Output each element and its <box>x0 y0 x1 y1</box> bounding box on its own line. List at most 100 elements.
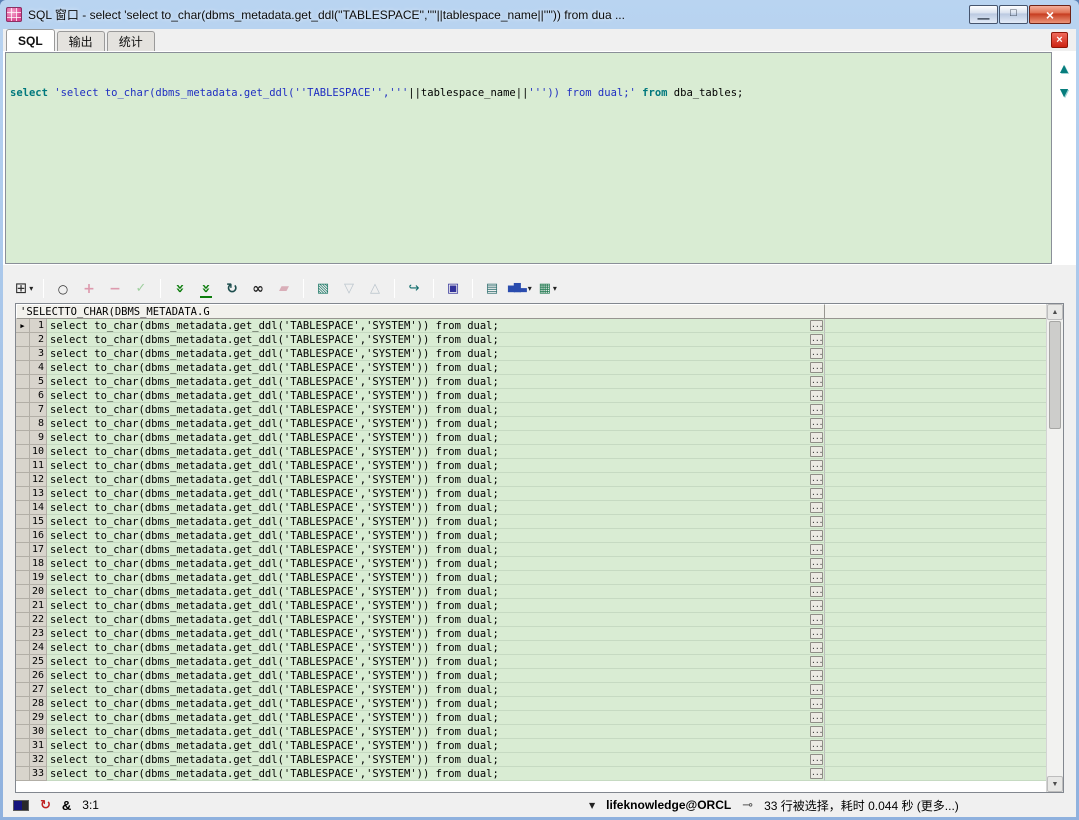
result-cell[interactable]: select to_char(dbms_metadata.get_ddl('TA… <box>47 445 809 459</box>
table-row[interactable]: 22select to_char(dbms_metadata.get_ddl('… <box>16 613 1063 627</box>
table-row[interactable]: 16select to_char(dbms_metadata.get_ddl('… <box>16 529 1063 543</box>
result-cell[interactable]: select to_char(dbms_metadata.get_ddl('TA… <box>47 361 809 375</box>
result-cell[interactable]: select to_char(dbms_metadata.get_ddl('TA… <box>47 599 809 613</box>
fetch-last-page-button[interactable]: » <box>194 277 218 300</box>
table-row[interactable]: 17select to_char(dbms_metadata.get_ddl('… <box>16 543 1063 557</box>
row-number-cell[interactable]: 7 <box>30 403 47 417</box>
dropdown-arrow-icon[interactable]: ▾ <box>528 284 532 293</box>
row-number-cell[interactable]: 17 <box>30 543 47 557</box>
cell-expand-button[interactable]: ... <box>810 614 823 625</box>
table-row[interactable]: 28select to_char(dbms_metadata.get_ddl('… <box>16 697 1063 711</box>
cell-expand-button[interactable]: ... <box>810 376 823 387</box>
row-number-cell[interactable]: 26 <box>30 669 47 683</box>
row-number-cell[interactable]: 2 <box>30 333 47 347</box>
chart-button[interactable]: ▅▇▃▾ <box>506 277 534 300</box>
row-number-cell[interactable]: 14 <box>30 501 47 515</box>
scrollbar-thumb[interactable] <box>1049 321 1061 429</box>
result-cell[interactable]: select to_char(dbms_metadata.get_ddl('TA… <box>47 333 809 347</box>
cell-expand-button[interactable]: ... <box>810 712 823 723</box>
connection-label[interactable]: lifeknowledge@ORCL <box>606 798 731 812</box>
row-number-cell[interactable]: 31 <box>30 739 47 753</box>
result-cell[interactable]: select to_char(dbms_metadata.get_ddl('TA… <box>47 655 809 669</box>
result-cell[interactable]: select to_char(dbms_metadata.get_ddl('TA… <box>47 501 809 515</box>
table-row[interactable]: 14select to_char(dbms_metadata.get_ddl('… <box>16 501 1063 515</box>
table-row[interactable]: ▶1select to_char(dbms_metadata.get_ddl('… <box>16 319 1063 333</box>
result-cell[interactable]: select to_char(dbms_metadata.get_ddl('TA… <box>47 459 809 473</box>
row-number-cell[interactable]: 1 <box>30 319 47 333</box>
cell-expand-button[interactable]: ... <box>810 698 823 709</box>
row-number-cell[interactable]: 4 <box>30 361 47 375</box>
next-statement-arrow-icon[interactable]: ▼ <box>1057 85 1071 99</box>
tab-statistics[interactable]: 统计 <box>107 31 155 51</box>
table-row[interactable]: 7select to_char(dbms_metadata.get_ddl('T… <box>16 403 1063 417</box>
cell-expand-button[interactable]: ... <box>810 460 823 471</box>
row-number-cell[interactable]: 13 <box>30 487 47 501</box>
close-tab-button[interactable]: × <box>1051 32 1068 48</box>
table-row[interactable]: 19select to_char(dbms_metadata.get_ddl('… <box>16 571 1063 585</box>
result-cell[interactable]: select to_char(dbms_metadata.get_ddl('TA… <box>47 389 809 403</box>
table-row[interactable]: 5select to_char(dbms_metadata.get_ddl('T… <box>16 375 1063 389</box>
sql-editor[interactable]: select 'select to_char(dbms_metadata.get… <box>5 52 1052 264</box>
result-cell[interactable]: select to_char(dbms_metadata.get_ddl('TA… <box>47 739 809 753</box>
row-number-cell[interactable]: 15 <box>30 515 47 529</box>
row-number-cell[interactable]: 33 <box>30 767 47 781</box>
tab-output[interactable]: 输出 <box>57 31 105 51</box>
row-number-cell[interactable]: 12 <box>30 473 47 487</box>
cell-expand-button[interactable]: ... <box>810 418 823 429</box>
refresh-button[interactable]: ↻ <box>220 277 244 300</box>
fetch-next-page-button[interactable]: » <box>168 277 192 300</box>
row-number-cell[interactable]: 10 <box>30 445 47 459</box>
row-number-cell[interactable]: 28 <box>30 697 47 711</box>
report-button[interactable]: ▦▾ <box>536 277 560 300</box>
save-button[interactable]: ▣ <box>441 277 465 300</box>
row-number-cell[interactable]: 22 <box>30 613 47 627</box>
table-row[interactable]: 26select to_char(dbms_metadata.get_ddl('… <box>16 669 1063 683</box>
table-row[interactable]: 29select to_char(dbms_metadata.get_ddl('… <box>16 711 1063 725</box>
result-cell[interactable]: select to_char(dbms_metadata.get_ddl('TA… <box>47 711 809 725</box>
result-cell[interactable]: select to_char(dbms_metadata.get_ddl('TA… <box>47 697 809 711</box>
print-button[interactable]: ▤ <box>480 277 504 300</box>
table-row[interactable]: 20select to_char(dbms_metadata.get_ddl('… <box>16 585 1063 599</box>
result-cell[interactable]: select to_char(dbms_metadata.get_ddl('TA… <box>47 641 809 655</box>
result-cell[interactable]: select to_char(dbms_metadata.get_ddl('TA… <box>47 347 809 361</box>
table-row[interactable]: 10select to_char(dbms_metadata.get_ddl('… <box>16 445 1063 459</box>
result-cell[interactable]: select to_char(dbms_metadata.get_ddl('TA… <box>47 613 809 627</box>
cell-expand-button[interactable]: ... <box>810 502 823 513</box>
result-cell[interactable]: select to_char(dbms_metadata.get_ddl('TA… <box>47 543 809 557</box>
cell-expand-button[interactable]: ... <box>810 362 823 373</box>
table-row[interactable]: 15select to_char(dbms_metadata.get_ddl('… <box>16 515 1063 529</box>
table-row[interactable]: 3select to_char(dbms_metadata.get_ddl('T… <box>16 347 1063 361</box>
row-number-cell[interactable]: 24 <box>30 641 47 655</box>
table-row[interactable]: 27select to_char(dbms_metadata.get_ddl('… <box>16 683 1063 697</box>
result-cell[interactable]: select to_char(dbms_metadata.get_ddl('TA… <box>47 767 809 781</box>
result-cell[interactable]: select to_char(dbms_metadata.get_ddl('TA… <box>47 487 809 501</box>
vertical-scrollbar[interactable]: ▲ ▼ <box>1046 304 1063 792</box>
row-number-cell[interactable]: 25 <box>30 655 47 669</box>
row-number-cell[interactable]: 16 <box>30 529 47 543</box>
result-cell[interactable]: select to_char(dbms_metadata.get_ddl('TA… <box>47 473 809 487</box>
cell-expand-button[interactable]: ... <box>810 740 823 751</box>
scrollbar-down-button[interactable]: ▼ <box>1047 776 1063 792</box>
cell-expand-button[interactable]: ... <box>810 404 823 415</box>
splitter[interactable] <box>3 265 1076 274</box>
cell-expand-button[interactable]: ... <box>810 586 823 597</box>
tab-sql[interactable]: SQL <box>6 29 55 51</box>
table-row[interactable]: 9select to_char(dbms_metadata.get_ddl('T… <box>16 431 1063 445</box>
minimize-button[interactable]: — <box>969 5 998 24</box>
previous-statement-arrow-icon[interactable]: ▲ <box>1057 61 1071 75</box>
cell-expand-button[interactable]: ... <box>810 572 823 583</box>
result-cell[interactable]: select to_char(dbms_metadata.get_ddl('TA… <box>47 403 809 417</box>
cell-expand-button[interactable]: ... <box>810 768 823 779</box>
row-number-cell[interactable]: 29 <box>30 711 47 725</box>
cell-expand-button[interactable]: ... <box>810 488 823 499</box>
table-row[interactable]: 33select to_char(dbms_metadata.get_ddl('… <box>16 767 1063 781</box>
row-number-cell[interactable]: 23 <box>30 627 47 641</box>
cell-expand-button[interactable]: ... <box>810 474 823 485</box>
result-cell[interactable]: select to_char(dbms_metadata.get_ddl('TA… <box>47 753 809 767</box>
result-cell[interactable]: select to_char(dbms_metadata.get_ddl('TA… <box>47 529 809 543</box>
export-results-button[interactable]: ↪ <box>402 277 426 300</box>
cell-expand-button[interactable]: ... <box>810 670 823 681</box>
row-number-cell[interactable]: 6 <box>30 389 47 403</box>
row-number-cell[interactable]: 18 <box>30 557 47 571</box>
maximize-button[interactable]: □ <box>999 5 1028 24</box>
